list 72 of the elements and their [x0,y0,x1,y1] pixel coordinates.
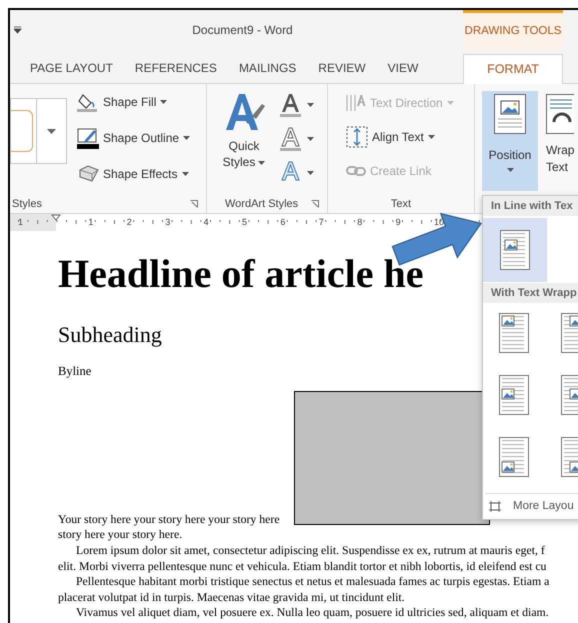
ribbon-tab[interactable]: MAILINGS [230,53,304,83]
link-icon [346,165,366,177]
dialog-launcher-icon[interactable] [311,200,319,208]
text-direction-icon [346,94,366,112]
pencil-outline-icon [77,127,99,149]
caret-icon [258,160,266,165]
dialog-launcher-icon[interactable] [190,200,198,208]
quick-access-caret-icon[interactable] [14,26,22,34]
body-text-line: placerat volutpat id in turpis. Maecenas vitae gravida mi, ut tincidunt elit. [58,590,405,606]
text-command[interactable]: Align Text [346,124,474,150]
ribbon-tab[interactable]: REVIEW [310,53,374,83]
ruler-number: 3 [165,216,170,228]
ruler-number: 8 [357,216,362,228]
align-text-icon [346,126,368,148]
caret-icon [183,136,190,140]
byline: Byline [58,363,92,380]
caret-icon [428,135,435,139]
ruler-number: 9 [396,216,401,228]
ruler-number: 5 [242,216,248,228]
layout-options-icon [489,501,501,512]
body-text-line: Vivamus vel aliquet diam, vel posuere ex. Nulla leo quam, posuere id ultricies sed, aliquam et diam. [76,605,549,621]
ribbon-tab[interactable]: PAGE LAYOUT [22,53,121,83]
group-label: WordArt Styles [225,196,300,212]
menu-section-heading: In Line with Tex [483,196,578,216]
ruler-number: 1 [88,216,94,228]
ruler-number: 7 [318,216,324,228]
position-icon [494,94,526,134]
ruler-number: 1 [18,216,24,228]
menu-section-heading: With Text Wrapp [483,283,578,303]
group-label: Text [390,196,412,212]
body-text-line: elit. Morbi viverra pellentesque nunc et vehicula. Etiam blandit tortor et nibh lobortis, id eleifend est cu [58,558,546,574]
context-tab-group-label: DRAWING TOOLS [463,10,563,50]
caret-icon [182,172,188,176]
caret-icon [307,137,314,141]
wrap-text-icon [546,94,574,134]
quick-styles-button[interactable]: Quick Styles [219,90,269,195]
ribbon-tab[interactable]: REFERENCES [126,53,225,83]
caret-icon [446,101,454,105]
ribbon-tab[interactable]: VIEW [380,53,426,83]
layout-icon [500,230,530,270]
group-label: Styles [12,196,43,212]
position-button[interactable]: Position [482,91,538,191]
ruler-number: 2 [126,216,132,228]
text-fill-button[interactable] [279,92,314,118]
text-outline-icon [279,126,301,152]
layout-icon [499,313,529,353]
text-outline-button[interactable] [279,126,314,152]
shape-style-command[interactable]: Shape Outline [77,126,190,150]
caret-icon [160,100,168,104]
layout-icon [499,437,529,477]
position-option[interactable] [483,218,547,282]
ruler-number: 4 [204,216,209,228]
caret-icon [307,103,314,107]
caret-icon [47,128,56,134]
caret-icon [506,168,514,172]
headline: Headline of article he [58,250,424,298]
more-layout-options-item[interactable]: More Layou [483,494,578,519]
shape-effects-icon [77,165,99,183]
body-text-line: story here your story here. [58,527,182,543]
body-text-line: Lorem ipsum dolor sit amet, consectetur adipiscing elit. Suspendisse ex ex, rutrum at mauris eget, f [76,542,545,559]
window-title: Document9 - Word [192,22,293,39]
body-text-line: Your story here your story here your story here [58,512,280,528]
ruler-number: 6 [280,216,286,228]
shape-style-command[interactable]: Shape Effects [77,162,190,186]
caret-icon [307,171,314,175]
layout-icon [499,375,529,415]
ribbon-tab[interactable]: FORMAT [463,54,563,84]
paint-bucket-icon [77,92,99,112]
body-text-line: Pellentesque habitant morbi tristique senectus et netus et malesuada fames ac turpis egestas. Etiam a [76,574,550,590]
text-fill-icon [279,92,301,118]
shape-style-command[interactable]: Shape Fill [77,90,190,114]
subheading: Subheading [58,321,162,349]
